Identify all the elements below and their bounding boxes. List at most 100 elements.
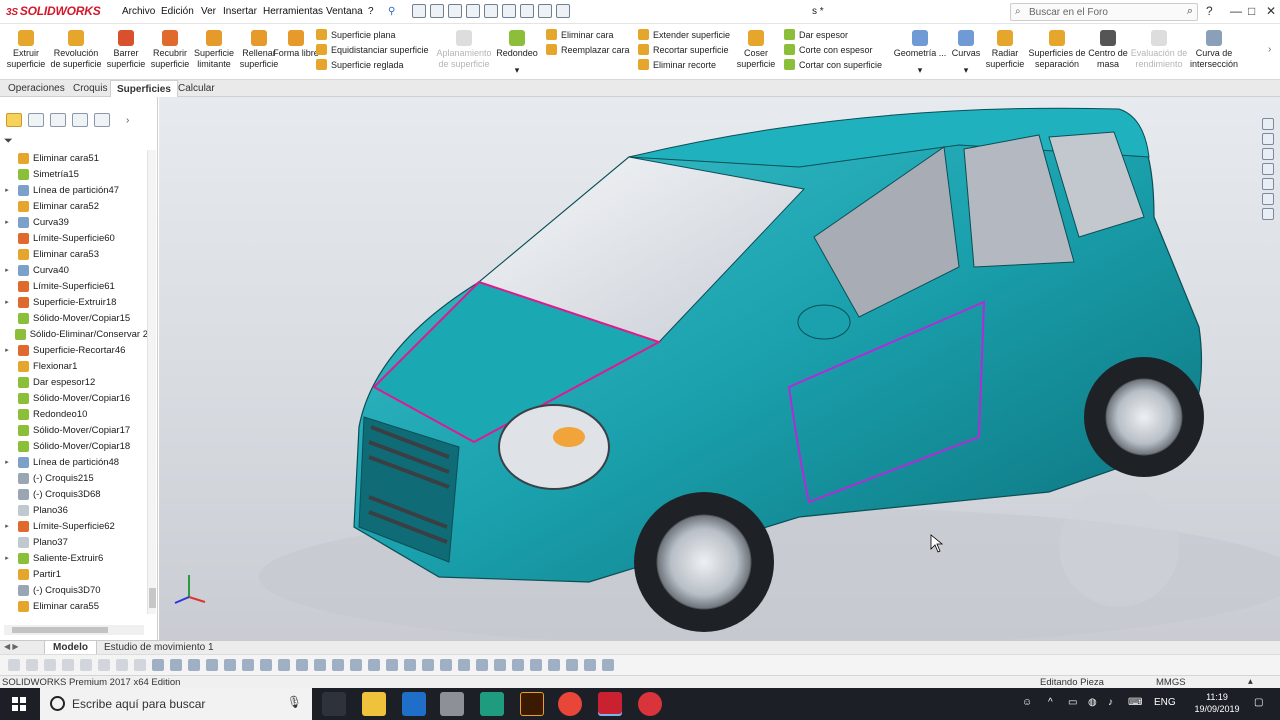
maximize-button[interactable]: □: [1248, 4, 1255, 18]
cortana-icon[interactable]: [50, 696, 65, 711]
forum-icon[interactable]: [1262, 208, 1274, 220]
sketch-tool-icon[interactable]: [242, 659, 254, 671]
tree-item[interactable]: Simetría15: [0, 166, 148, 182]
people-icon[interactable]: ☺: [1022, 697, 1032, 708]
dar-espesor-button[interactable]: Dar espesor: [784, 27, 884, 42]
tree-item[interactable]: Eliminar cara55: [0, 598, 148, 614]
tree-item[interactable]: ▸ Línea de partición47: [0, 182, 148, 198]
tree-item[interactable]: Sólido-Mover/Copiar15: [0, 310, 148, 326]
sketch-tool-icon[interactable]: [422, 659, 434, 671]
sketch-tool-icon[interactable]: [206, 659, 218, 671]
sketch-tool-icon[interactable]: [440, 659, 452, 671]
filter-icon[interactable]: ⏷: [4, 135, 13, 148]
expand-arrow-icon[interactable]: ▸: [2, 186, 12, 194]
curvas-dropdown-icon[interactable]: ▾: [964, 65, 969, 76]
windows-start-icon[interactable]: [12, 697, 26, 711]
sketch-tool-icon[interactable]: [494, 659, 506, 671]
minimize-button[interactable]: —: [1230, 4, 1242, 18]
expand-arrow-icon[interactable]: ▸: [2, 266, 12, 274]
sketch-tool-icon[interactable]: [26, 659, 38, 671]
volume-icon[interactable]: ♪: [1108, 697, 1113, 708]
tab-croquis[interactable]: Croquis: [67, 80, 113, 97]
sketch-tool-icon[interactable]: [530, 659, 542, 671]
tab-nav-arrows-icon[interactable]: ◀ ▶: [4, 642, 19, 651]
geometria-referencia-button[interactable]: Geometría ... ▾: [892, 26, 948, 78]
recortar-superficie-button[interactable]: Recortar superficie: [638, 42, 738, 57]
expand-arrow-icon[interactable]: ▸: [2, 554, 12, 562]
curvas-button[interactable]: Curvas ▾: [948, 26, 984, 78]
print-icon[interactable]: [466, 4, 480, 18]
language-indicator[interactable]: ENG: [1154, 697, 1176, 708]
menu-archivo[interactable]: Archivo: [122, 6, 155, 17]
menu-edicion[interactable]: Edición: [161, 6, 194, 17]
equidistanciar-superficie-button[interactable]: Equidistanciar superficie: [316, 42, 436, 57]
notifications-icon[interactable]: ▢: [1254, 697, 1263, 708]
sketch-tool-icon[interactable]: [476, 659, 488, 671]
solidworks-resources-icon[interactable]: [1262, 118, 1274, 130]
tab-estudio-movimiento[interactable]: Estudio de movimiento 1: [96, 641, 222, 655]
car-model-render[interactable]: [159, 97, 1280, 640]
configuration-manager-tab-icon[interactable]: [50, 113, 66, 127]
superficies-separacion-button[interactable]: Superficies de separación: [1028, 26, 1086, 78]
tree-item[interactable]: Sólido-Eliminar/Conservar 2: [0, 326, 148, 342]
sketch-tool-icon[interactable]: [548, 659, 560, 671]
curva-interseccion-button[interactable]: Curva de intersección: [1188, 26, 1240, 78]
search-icon[interactable]: ⌕: [1187, 5, 1193, 18]
camtasia-app-icon[interactable]: [480, 692, 504, 716]
tree-item[interactable]: ▸ Límite-Superficie62: [0, 518, 148, 534]
tab-calcular[interactable]: Calcular: [172, 80, 221, 97]
sketch-tool-icon[interactable]: [188, 659, 200, 671]
tree-item[interactable]: Límite-Superficie60: [0, 230, 148, 246]
microphone-icon[interactable]: 🎙: [287, 695, 302, 709]
geometria-dropdown-icon[interactable]: ▾: [918, 65, 923, 76]
save-icon[interactable]: [448, 4, 462, 18]
tree-hscroll-thumb[interactable]: [12, 627, 108, 633]
tree-item[interactable]: ▸ Saliente-Extruir6: [0, 550, 148, 566]
sketch-tool-icon[interactable]: [458, 659, 470, 671]
superficie-reglada-button[interactable]: Superficie reglada: [316, 57, 436, 72]
tree-item[interactable]: Eliminar cara53: [0, 246, 148, 262]
tree-item[interactable]: Dar espesor12: [0, 374, 148, 390]
sketch-tool-icon[interactable]: [80, 659, 92, 671]
superficie-plana-button[interactable]: Superficie plana: [316, 27, 436, 42]
extruir-superficie-button[interactable]: Extruir superficie: [0, 26, 52, 78]
expand-arrow-icon[interactable]: ▸: [2, 522, 12, 530]
tree-item[interactable]: Sólido-Mover/Copiar17: [0, 422, 148, 438]
sketch-tool-icon[interactable]: [296, 659, 308, 671]
tree-vertical-scrollbar[interactable]: [147, 150, 156, 614]
extender-superficie-button[interactable]: Extender superficie: [638, 27, 738, 42]
sketch-tool-icon[interactable]: [350, 659, 362, 671]
property-manager-tab-icon[interactable]: [28, 113, 44, 127]
aplanamiento-superficie-button[interactable]: Aplanamiento de superficie: [436, 26, 492, 78]
new-file-icon[interactable]: [412, 4, 426, 18]
centro-de-masa-button[interactable]: Centro de masa: [1086, 26, 1130, 78]
options-gear-icon[interactable]: [556, 4, 570, 18]
recorder-app-icon[interactable]: [638, 692, 662, 716]
tree-item[interactable]: Eliminar cara51: [0, 150, 148, 166]
illustrator-app-icon[interactable]: [520, 692, 544, 716]
tree-item[interactable]: ▸ Superficie-Recortar46: [0, 342, 148, 358]
taskbar-clock[interactable]: 11:19 19/09/2019: [1192, 691, 1242, 715]
graphics-viewport[interactable]: [159, 97, 1280, 640]
units-selector[interactable]: MMGS: [1156, 677, 1186, 688]
tree-scroll-thumb[interactable]: [149, 588, 156, 608]
solidworks-logo[interactable]: 3S SOLIDWORKS: [6, 4, 101, 18]
sketch-tool-icon[interactable]: [224, 659, 236, 671]
task-view-icon[interactable]: [322, 692, 346, 716]
tree-item[interactable]: Plano37: [0, 534, 148, 550]
tab-modelo[interactable]: Modelo: [44, 641, 97, 655]
tree-item[interactable]: (-) Croquis215: [0, 470, 148, 486]
tree-item[interactable]: ▸ Superficie-Extruir18: [0, 294, 148, 310]
sketch-tool-icon[interactable]: [602, 659, 614, 671]
open-file-icon[interactable]: [430, 4, 444, 18]
feature-tree-tab-icon[interactable]: [6, 113, 22, 127]
sketch-tool-icon[interactable]: [314, 659, 326, 671]
coser-superficie-button[interactable]: Coser superficie: [732, 26, 780, 78]
tray-overflow-icon[interactable]: ^: [1048, 697, 1053, 708]
undo-icon[interactable]: [484, 4, 498, 18]
sketch-tool-icon[interactable]: [566, 659, 578, 671]
status-dropdown-icon[interactable]: ▴: [1248, 676, 1253, 687]
sketch-tool-icon[interactable]: [584, 659, 596, 671]
side-mirror[interactable]: [797, 304, 851, 340]
network-icon[interactable]: ◍: [1088, 697, 1097, 708]
